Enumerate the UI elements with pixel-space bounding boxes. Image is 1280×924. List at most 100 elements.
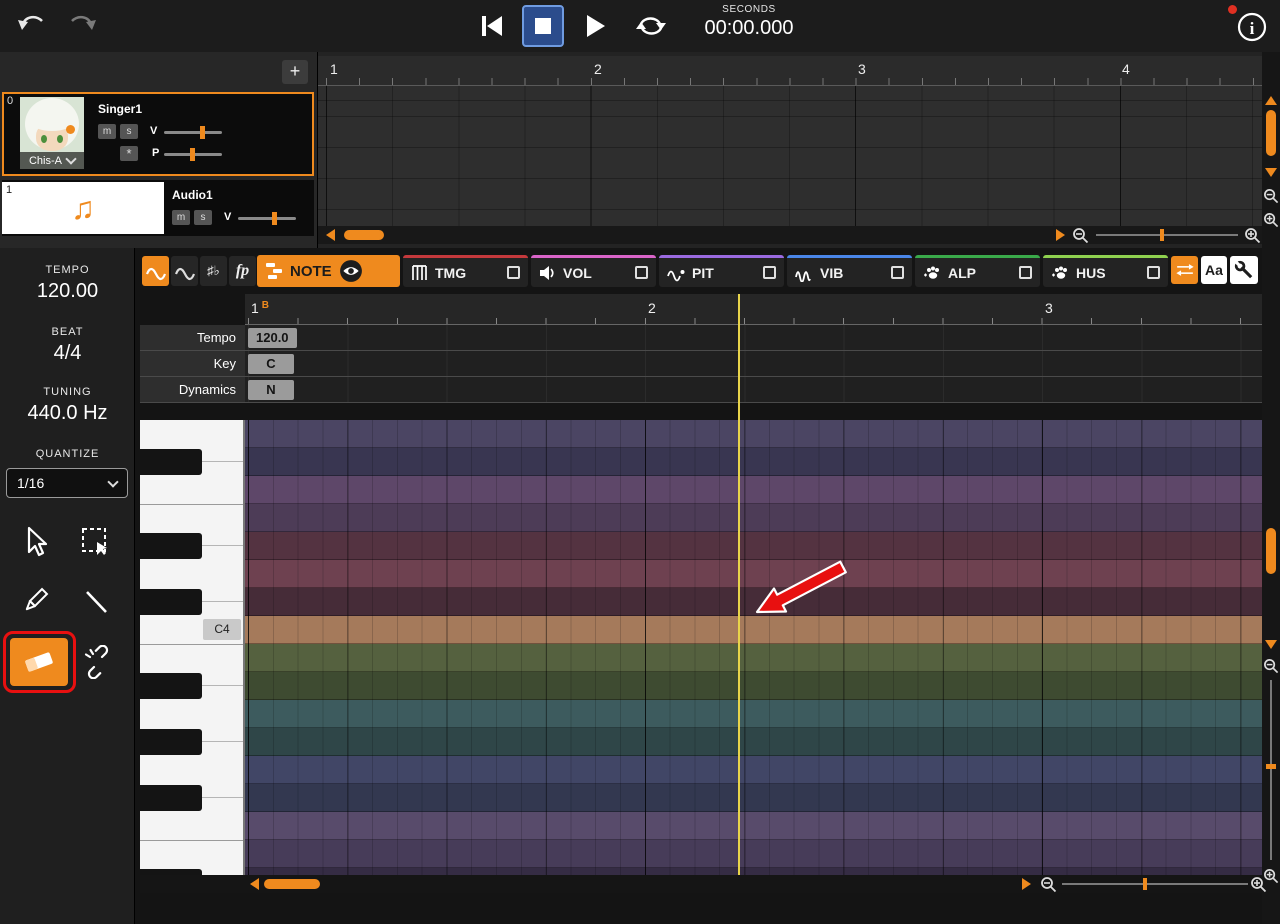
- stop-button[interactable]: [522, 5, 564, 47]
- vibrato-stamp-button[interactable]: [142, 256, 169, 286]
- solo-button[interactable]: s: [194, 210, 212, 225]
- arrange-ruler[interactable]: 1 2 3 4: [318, 56, 1262, 86]
- loop-button[interactable]: [634, 13, 668, 39]
- zoom-out-icon[interactable]: [1072, 227, 1089, 244]
- key-row-lane[interactable]: C: [245, 351, 1262, 377]
- pitch-row[interactable]: [245, 616, 1262, 644]
- scroll-left-arrow[interactable]: [326, 229, 335, 241]
- swap-parameters-button[interactable]: [1171, 256, 1198, 284]
- volume-slider-handle[interactable]: [272, 212, 277, 225]
- tempo-row-lane[interactable]: 120.0: [245, 325, 1262, 351]
- pitch-row[interactable]: [245, 728, 1262, 756]
- eye-icon[interactable]: [339, 259, 363, 283]
- dynamics-row-lane[interactable]: N: [245, 377, 1262, 403]
- dynamics-button[interactable]: fp: [229, 256, 256, 286]
- zoom-out-icon[interactable]: [1040, 876, 1057, 893]
- piano-keyboard[interactable]: C4: [140, 420, 245, 875]
- pitch-row[interactable]: [245, 532, 1262, 560]
- quantize-dropdown[interactable]: 1/16: [6, 468, 128, 498]
- pitch-row[interactable]: [245, 840, 1262, 868]
- scroll-down-arrow[interactable]: [1265, 168, 1277, 177]
- tuning-value[interactable]: 440.0 Hz: [0, 402, 135, 425]
- star-button[interactable]: *: [120, 146, 138, 161]
- pitch-row[interactable]: [245, 420, 1262, 448]
- accidentals-button[interactable]: ♯♭: [200, 256, 227, 286]
- scroll-left-arrow[interactable]: [250, 878, 259, 890]
- piano-vscroll-handle[interactable]: [1266, 528, 1276, 574]
- skip-to-start-button[interactable]: [478, 13, 506, 39]
- select-tool-button[interactable]: [74, 520, 118, 564]
- volume-slider[interactable]: [238, 212, 296, 225]
- pitch-row[interactable]: [245, 588, 1262, 616]
- pitch-row[interactable]: [245, 784, 1262, 812]
- vib-visibility-checkbox[interactable]: [891, 266, 904, 279]
- scroll-handle[interactable]: [344, 230, 384, 240]
- solo-button[interactable]: s: [120, 124, 138, 139]
- pitch-row[interactable]: [245, 756, 1262, 784]
- editor-hscrollbar[interactable]: [140, 875, 1267, 893]
- pitch-row[interactable]: [245, 700, 1262, 728]
- pitch-row[interactable]: [245, 672, 1262, 700]
- piano-black-key[interactable]: [140, 449, 202, 475]
- tab-pit[interactable]: PIT: [659, 255, 784, 287]
- zoom-out-icon[interactable]: [1263, 188, 1279, 204]
- vibrato-edit-button[interactable]: [171, 256, 198, 286]
- volume-slider-handle[interactable]: [200, 126, 205, 139]
- pitch-row[interactable]: [245, 504, 1262, 532]
- pitch-row[interactable]: [245, 560, 1262, 588]
- beat-value[interactable]: 4/4: [0, 342, 135, 365]
- scroll-up-arrow[interactable]: [1265, 96, 1277, 105]
- voice-select-dropdown[interactable]: Chis-A: [20, 152, 84, 169]
- info-button[interactable]: i: [1234, 9, 1270, 45]
- dynamics-chip[interactable]: N: [248, 380, 294, 400]
- tab-vol[interactable]: VOL: [531, 255, 656, 287]
- alp-visibility-checkbox[interactable]: [1019, 266, 1032, 279]
- mute-button[interactable]: m: [98, 124, 116, 139]
- audio-thumbnail[interactable]: 1 ♫: [2, 182, 164, 234]
- pitch-row[interactable]: [245, 644, 1262, 672]
- piano-black-key[interactable]: [140, 589, 202, 615]
- zoom-slider-handle[interactable]: [1160, 229, 1164, 241]
- unlink-tool-button[interactable]: [76, 640, 120, 684]
- line-tool-button[interactable]: [74, 580, 118, 624]
- pitch-row[interactable]: [245, 476, 1262, 504]
- pitch-row[interactable]: [245, 448, 1262, 476]
- zoom-out-icon[interactable]: [1263, 658, 1279, 674]
- tab-note[interactable]: NOTE: [257, 255, 400, 287]
- piano-black-key[interactable]: [140, 785, 202, 811]
- pencil-tool-button[interactable]: [14, 580, 58, 624]
- tempo-value[interactable]: 120.00: [0, 280, 135, 303]
- add-track-button[interactable]: +: [282, 60, 308, 84]
- piano-black-key[interactable]: [140, 729, 202, 755]
- lyrics-aa-button[interactable]: Aa: [1201, 256, 1227, 284]
- zoom-in-icon[interactable]: [1244, 227, 1261, 244]
- undo-button[interactable]: [16, 11, 48, 41]
- track-row-audio[interactable]: 1 ♫ Audio1 m s V: [2, 180, 314, 236]
- scroll-right-arrow[interactable]: [1056, 229, 1065, 241]
- singer-avatar[interactable]: Chis-A: [20, 97, 84, 169]
- cursor-tool-button[interactable]: [14, 520, 58, 564]
- vol-visibility-checkbox[interactable]: [635, 266, 648, 279]
- pit-visibility-checkbox[interactable]: [763, 266, 776, 279]
- scroll-down-arrow[interactable]: [1265, 640, 1277, 649]
- arrange-hscrollbar[interactable]: [318, 226, 1262, 244]
- tmg-visibility-checkbox[interactable]: [507, 266, 520, 279]
- zoom-slider-track[interactable]: [1096, 234, 1238, 236]
- note-grid[interactable]: [245, 420, 1262, 875]
- volume-slider[interactable]: [164, 126, 222, 139]
- piano-black-key[interactable]: [140, 533, 202, 559]
- zoom-in-icon[interactable]: [1250, 876, 1267, 893]
- hus-visibility-checkbox[interactable]: [1147, 266, 1160, 279]
- tab-alp[interactable]: ALP: [915, 255, 1040, 287]
- pitch-row[interactable]: [245, 868, 1262, 875]
- redo-button[interactable]: [66, 11, 98, 41]
- tab-tmg[interactable]: TMG: [403, 255, 528, 287]
- scroll-handle[interactable]: [264, 879, 320, 889]
- key-chip[interactable]: C: [248, 354, 294, 374]
- settings-wrench-button[interactable]: [1230, 256, 1258, 284]
- mute-button[interactable]: m: [172, 210, 190, 225]
- pitch-row[interactable]: [245, 812, 1262, 840]
- eraser-tool-button[interactable]: [10, 638, 68, 686]
- scroll-right-arrow[interactable]: [1022, 878, 1031, 890]
- track-row-singer[interactable]: 0 Chis-A Singer1 m s V * P: [2, 92, 314, 176]
